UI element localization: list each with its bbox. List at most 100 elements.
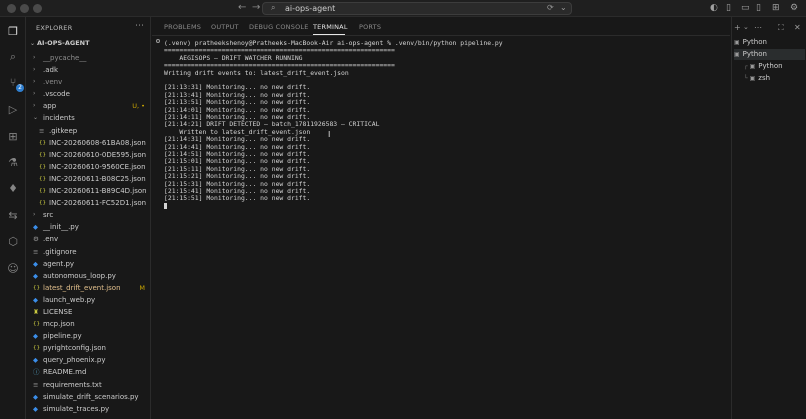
tab-ports[interactable]: PORTS [359, 23, 381, 31]
extensions-icon[interactable]: ⊞ [5, 128, 21, 144]
back-arrow-icon[interactable]: ← [238, 2, 246, 13]
close-window-icon[interactable] [7, 4, 16, 13]
folder-item[interactable]: ⌄ incidents [27, 112, 150, 124]
file-icon: ≡ [39, 126, 45, 135]
tree-item-label: requirements.txt [43, 380, 102, 389]
tree-item-label: app [43, 102, 57, 111]
folder-item[interactable]: › .adk [27, 64, 150, 76]
maximize-window-icon[interactable] [33, 4, 42, 13]
file-item[interactable]: ◆ pipeline.py [27, 330, 150, 342]
minimize-window-icon[interactable] [20, 4, 29, 13]
tree-item-label: autonomous_loop.py [43, 271, 116, 280]
source-control-icon[interactable]: ⑂ 2 [5, 74, 24, 92]
tab-terminal[interactable]: TERMINAL [313, 23, 348, 31]
tree-item-label: agent.py [43, 259, 75, 268]
more-actions-icon[interactable]: ⋯ [754, 23, 762, 32]
remote-explorer-icon[interactable]: ⇆ [5, 207, 21, 223]
maximize-panel-icon[interactable]: ⛶ [778, 23, 784, 33]
folder-item[interactable]: › .venv [27, 76, 150, 88]
toggle-secondary-sidebar-icon[interactable]: ▯ [756, 3, 761, 13]
terminal-output[interactable]: (.venv) pratheekshenoy@Pratheeks-MacBook… [152, 37, 730, 419]
text-cursor-icon: I [328, 130, 331, 139]
file-item[interactable]: ≡ .gitignore [27, 246, 150, 258]
chevron-down-icon[interactable]: ⌄ [743, 23, 749, 31]
testing-flask-icon[interactable]: ⚗ [5, 154, 21, 170]
copilot-icon[interactable]: ⟳ [547, 3, 554, 12]
terminal-list-item[interactable]: ▣ Python [734, 49, 805, 60]
file-item[interactable]: ◆ agent.py [27, 258, 150, 270]
json-file-icon: {} [39, 200, 46, 207]
file-item[interactable]: {} INC-20260608-61BA08.json [27, 137, 150, 149]
file-item[interactable]: ◆ simulate_drift_scenarios.py [27, 391, 150, 403]
terminal-list-label: Python [758, 62, 783, 70]
folder-item[interactable]: › app U, • [27, 100, 150, 112]
window-title: ai-ops-agent [285, 4, 336, 13]
file-item[interactable]: ◆ launch_web.py [27, 294, 150, 306]
file-item[interactable]: ⓘ README.md [27, 366, 150, 378]
explorer-icon[interactable]: ❐ [5, 23, 21, 39]
command-decoration-icon[interactable] [156, 39, 160, 43]
customize-layout-icon[interactable]: ⊞ [772, 3, 780, 13]
folder-item[interactable]: › .vscode [27, 88, 150, 100]
panel-tabs: PROBLEMS OUTPUT DEBUG CONSOLE TERMINAL PORTS [152, 17, 730, 36]
toggle-panel-icon[interactable]: ▭ [741, 3, 750, 13]
more-actions-icon[interactable]: ⋯ [135, 21, 144, 31]
terminal-icon: ▣ [734, 39, 740, 46]
tree-item-label: README.md [43, 368, 87, 377]
file-item[interactable]: ⚙ .env [27, 233, 150, 245]
tab-debug-console[interactable]: DEBUG CONSOLE [249, 23, 309, 31]
file-item[interactable]: ◆ simulate_traces.py [27, 403, 150, 415]
file-item[interactable]: {} INC-20260611-B89C4D.json [27, 185, 150, 197]
file-item[interactable]: {} pyrightconfig.json [27, 342, 150, 354]
file-item[interactable]: ◆ query_phoenix.py [27, 354, 150, 366]
file-item[interactable]: {} INC-20260611-B08C25.json [27, 173, 150, 185]
accounts-icon[interactable]: ◐ [710, 3, 718, 13]
command-center-search[interactable]: ⌕ ai-ops-agent ⟳ ⌄ [262, 2, 572, 15]
file-item[interactable]: ≡ .gitkeep [27, 125, 150, 137]
tree-item-label: .vscode [43, 90, 70, 99]
file-item[interactable]: ≡ requirements.txt [27, 379, 150, 391]
python-file-icon: ◆ [33, 356, 38, 365]
json-file-icon: {} [33, 284, 40, 291]
file-item[interactable]: {} INC-20260610-9560CE.json [27, 161, 150, 173]
folder-item[interactable]: › src [27, 209, 150, 221]
tree-item-label: LICENSE [43, 307, 73, 316]
containers-icon[interactable]: ⬡ [5, 233, 21, 249]
chevron-down-icon[interactable]: ⌄ [560, 3, 567, 12]
file-item[interactable]: {} INC-20260611-FC52D1.json [27, 197, 150, 209]
tab-output[interactable]: OUTPUT [211, 23, 239, 31]
terminal-list-item[interactable]: ┌ ▣ Python [744, 61, 805, 72]
run-debug-icon[interactable]: ▷ [5, 101, 21, 117]
file-item[interactable]: {} INC-20260610-0DE595.json [27, 149, 150, 161]
file-item[interactable]: ◆ autonomous_loop.py [27, 270, 150, 282]
terminal-list-item[interactable]: ▣ Python [734, 37, 805, 48]
new-terminal-plus-icon[interactable]: + [734, 23, 741, 32]
file-item[interactable]: ♜ LICENSE [27, 306, 150, 318]
chevron-right-icon: › [33, 66, 36, 74]
folder-item[interactable]: › __pycache__ [27, 52, 150, 64]
accounts-group-icon[interactable]: ☺ [5, 260, 21, 276]
terminal-tabs-list: + ⌄ ⋯ ⛶ ✕ ▣ Python ▣ Python ┌ ▣ Python └ ▣ zsh [731, 17, 806, 419]
settings-gear-icon[interactable]: ⚙ [790, 3, 798, 13]
python-icon[interactable]: ♦ [5, 180, 21, 196]
tree-item-label: .env [43, 235, 59, 244]
file-item[interactable]: ◆ __init__.py [27, 221, 150, 233]
json-file-icon: {} [33, 345, 40, 352]
license-icon: ♜ [33, 307, 39, 316]
file-item[interactable]: {} mcp.json [27, 318, 150, 330]
title-bar: ← → ⌕ ai-ops-agent ⟳ ⌄ ◐ ▯ ▭ ▯ ⊞ ⚙ [0, 0, 806, 17]
forward-arrow-icon[interactable]: → [252, 2, 260, 13]
file-item[interactable]: {} latest_drift_event.json M [27, 282, 150, 294]
tree-item-label: INC-20260608-61BA08.json [49, 138, 146, 147]
terminal-icon: ▣ [734, 51, 740, 58]
chevron-right-icon: › [33, 102, 36, 110]
close-panel-icon[interactable]: ✕ [794, 23, 801, 32]
tab-problems[interactable]: PROBLEMS [164, 23, 201, 31]
terminal-list-item[interactable]: └ ▣ zsh [744, 73, 805, 84]
tree-item-label: __pycache__ [43, 54, 87, 62]
json-file-icon: {} [39, 175, 46, 182]
workspace-root[interactable]: ⌄ AI-OPS-AGENT [30, 39, 90, 47]
toggle-primary-sidebar-icon[interactable]: ▯ [726, 3, 731, 13]
tree-item-label: src [43, 211, 54, 220]
search-icon[interactable]: ⌕ [5, 49, 21, 65]
